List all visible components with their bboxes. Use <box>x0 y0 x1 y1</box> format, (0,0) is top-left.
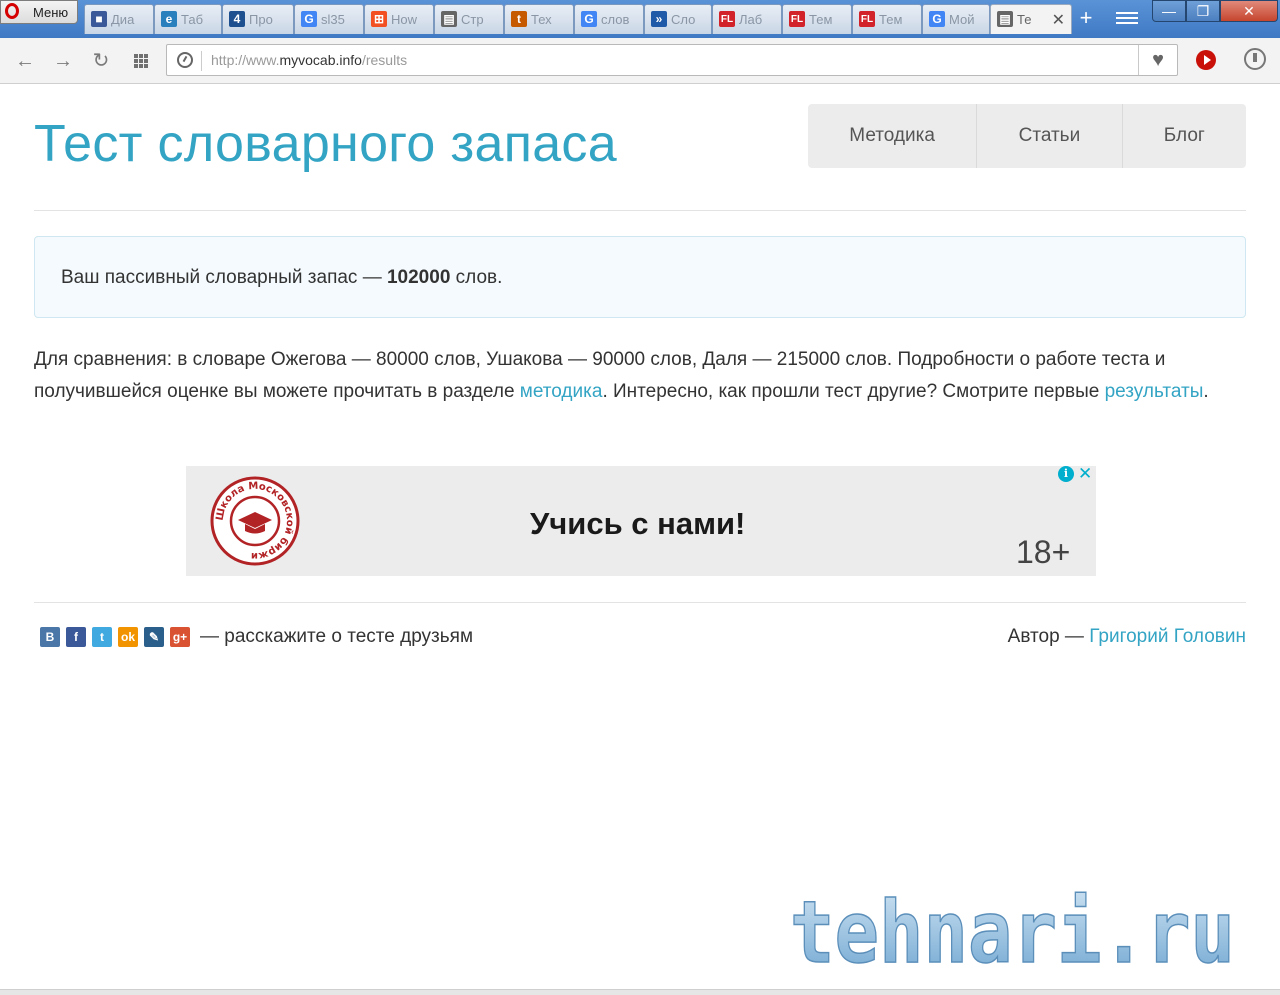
tab-title: Таб <box>181 12 204 27</box>
author-credit: Автор — Григорий Головин <box>1007 626 1246 647</box>
menu-label: Меню <box>33 5 69 20</box>
livejournal-icon[interactable]: ✎ <box>144 627 164 647</box>
back-arrow-icon[interactable]: ← <box>14 50 36 72</box>
browser-tab[interactable]: ▤ Стр <box>434 4 504 34</box>
speed-dial-icon[interactable] <box>134 54 148 68</box>
browser-tab[interactable]: e Таб <box>154 4 222 34</box>
tab-title: Про <box>249 12 273 27</box>
tab-title: Мой <box>949 12 975 27</box>
methodology-link[interactable]: методика <box>520 381 603 402</box>
windows-logo-icon: ⊞ <box>371 11 387 27</box>
fl-logo-icon: FL <box>859 11 875 27</box>
address-url[interactable]: http://www.myvocab.info/results <box>211 52 407 68</box>
google-g-icon: G <box>929 11 945 27</box>
e-letter-icon: e <box>161 11 177 27</box>
divider <box>34 602 1246 603</box>
divider <box>34 210 1246 211</box>
top-navigation: Методика Статьи Блог <box>808 104 1246 168</box>
tab-title: How <box>391 12 418 27</box>
author-link[interactable]: Григорий Головин <box>1089 626 1246 647</box>
reload-icon[interactable]: ↻ <box>90 50 112 72</box>
nav-link-methodology[interactable]: Методика <box>808 104 978 168</box>
google-plus-icon[interactable]: g+ <box>170 627 190 647</box>
page-title: Тест словарного запаса <box>34 115 617 173</box>
browser-tab[interactable]: FL Тем <box>852 4 922 34</box>
tab-title: sl35 <box>321 12 345 27</box>
odnoklassniki-icon[interactable]: ok <box>118 627 138 647</box>
tab-title: Лаб <box>739 12 763 27</box>
twitter-icon[interactable]: t <box>92 627 112 647</box>
result-alert: Ваш пассивный словарный запас — 102000 с… <box>34 236 1246 318</box>
t-logo-icon: t <box>511 11 527 27</box>
new-tab-button[interactable]: + <box>1074 7 1098 30</box>
tab-title: Тем <box>879 12 903 27</box>
browser-tab[interactable]: G Мой <box>922 4 990 34</box>
window-close-button[interactable]: ✕ <box>1220 0 1278 22</box>
share-text: — расскажите о тесте друзьям <box>200 626 474 647</box>
window-minimize-button[interactable]: — <box>1152 0 1186 22</box>
browser-tab[interactable]: FL Тем <box>782 4 852 34</box>
ad-slogan: Учись с нами! <box>530 506 746 541</box>
fl-logo-icon: FL <box>719 11 735 27</box>
browser-tab[interactable]: Gsl35 <box>294 4 364 34</box>
tab-title: Тем <box>809 12 833 27</box>
tab-title: Стр <box>461 12 484 27</box>
window-maximize-button[interactable]: ❐ <box>1186 0 1220 22</box>
browser-tab[interactable]: FL Лаб <box>712 4 782 34</box>
browser-tab[interactable]: Gслов <box>574 4 644 34</box>
tab-bar: Меню ■ Диа e Таб 4 Про Gsl35 ⊞ How ▤ Стр t Тех Gслов»… <box>0 0 1280 38</box>
comparison-paragraph: Для сравнения: в словаре Ожегова — 80000… <box>34 349 1209 402</box>
forward-arrow-icon[interactable]: → <box>52 50 74 72</box>
vk-icon[interactable]: В <box>40 627 60 647</box>
google-g-icon: G <box>301 11 317 27</box>
facebook-icon[interactable]: f <box>66 627 86 647</box>
google-g-icon: G <box>581 11 597 27</box>
page-icon: ▤ <box>441 11 457 27</box>
result-text: Ваш пассивный словарный запас — 102000 с… <box>61 267 503 288</box>
tab-menu-icon[interactable] <box>1116 9 1138 29</box>
browser-tab[interactable]: ⊞ How <box>364 4 434 34</box>
moscow-exchange-school-logo: Школа Московской биржи <box>210 476 300 566</box>
ad-close-icon[interactable]: ✕ <box>1078 464 1092 484</box>
browser-tab[interactable]: » Сло <box>644 4 712 34</box>
browser-tab[interactable]: 4 Про <box>222 4 294 34</box>
advertisement-banner[interactable]: Школа Московской биржи Учись с нами! 18+… <box>186 464 1096 576</box>
nav-link-blog[interactable]: Блог <box>1123 104 1246 168</box>
browser-tab[interactable]: ■ Диа <box>84 4 154 34</box>
heart-bookmark-icon[interactable]: ♥ <box>1138 45 1177 75</box>
browser-tab[interactable]: t Тех <box>504 4 574 34</box>
tab-title: Диа <box>111 12 135 27</box>
tab-title: слов <box>601 12 630 27</box>
stop-adblock-icon[interactable] <box>1196 50 1216 70</box>
svg-text:tehnari.ru: tehnari.ru <box>790 884 1235 976</box>
opera-menu-button[interactable]: Меню <box>0 0 78 24</box>
result-value: 102000 <box>386 267 451 288</box>
circle-arrows-icon: » <box>651 11 667 27</box>
nav-link-articles[interactable]: Статьи <box>977 104 1123 168</box>
status-bar <box>0 989 1280 995</box>
speech-bubble-icon: ■ <box>91 11 107 27</box>
download-icon[interactable] <box>1244 48 1266 70</box>
address-bar[interactable]: http://www.myvocab.info/results ♥ <box>166 44 1178 76</box>
opera-logo-icon <box>5 3 19 19</box>
tab-title: Те <box>1017 12 1032 27</box>
ad-info-icon[interactable]: i <box>1058 466 1074 482</box>
results-link[interactable]: результаты <box>1105 381 1204 402</box>
watermark-logo: tehnari.ru <box>790 884 1236 976</box>
close-tab-icon[interactable]: ✕ <box>1052 10 1065 30</box>
fl-logo-icon: FL <box>789 11 805 27</box>
page-icon: ▤ <box>997 11 1013 27</box>
tab-title: Тех <box>531 12 552 27</box>
browser-tab[interactable]: ▤ Те ✕ <box>990 4 1072 34</box>
tab-title: Сло <box>671 12 696 27</box>
share-bar: Вf t ok ✎ g+ — расскажите о тесте друзьям <box>40 626 473 648</box>
navigation-bar: ← → ↻ http://www.myvocab.info/results ♥ <box>0 38 1280 84</box>
four-logo-icon: 4 <box>229 11 245 27</box>
age-rating: 18+ <box>1016 534 1071 570</box>
site-info-icon[interactable] <box>177 52 193 68</box>
